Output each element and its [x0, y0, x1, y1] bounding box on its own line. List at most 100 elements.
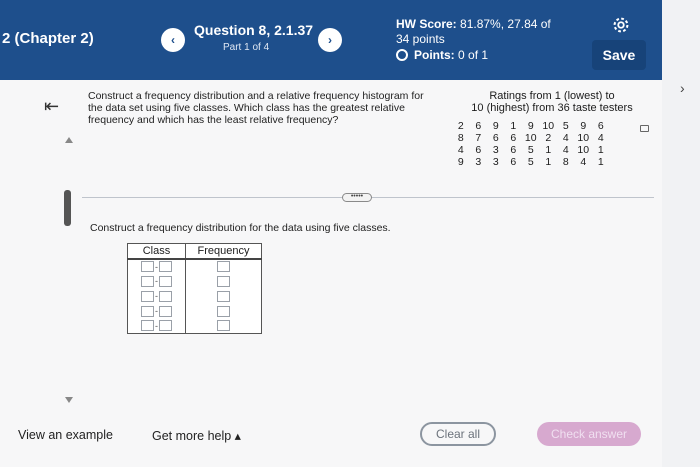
scroll-down-icon[interactable] [65, 397, 73, 403]
table-row: - [127, 273, 262, 289]
rating-value: 6 [475, 120, 482, 132]
rating-value: 6 [475, 144, 482, 156]
class-lower-limit-input[interactable] [141, 275, 154, 287]
question-title: Question 8, 2.1.37 [194, 22, 314, 38]
rating-value: 5 [527, 144, 534, 156]
frequency-input[interactable] [217, 320, 230, 332]
points-value: 0 of 1 [458, 48, 489, 62]
table-row: - [127, 258, 262, 274]
class-upper-limit-input[interactable] [159, 290, 172, 302]
points-circle-icon [396, 49, 408, 61]
rating-value: 4 [597, 132, 604, 144]
ratings-row: 4 6 3 6 5 1 4 10 1 [452, 144, 610, 156]
rating-value: 10 [577, 132, 590, 144]
range-dash: - [155, 291, 158, 301]
range-dash: - [155, 261, 158, 272]
rating-value: 9 [527, 120, 534, 132]
scroll-up-icon[interactable] [65, 137, 73, 143]
frequency-wrapper [186, 275, 261, 287]
frequency-table: Class Frequency - - - - - [127, 243, 262, 334]
frequency-input[interactable] [217, 261, 230, 272]
scrollbar-handle[interactable] [64, 190, 71, 226]
rating-value: 6 [510, 156, 517, 168]
class-lower-limit-input[interactable] [141, 320, 154, 332]
rating-value: 9 [457, 156, 464, 168]
range-dash: - [155, 276, 158, 286]
table-row: - [127, 288, 262, 304]
class-upper-limit-input[interactable] [159, 305, 172, 317]
rating-value: 4 [562, 132, 569, 144]
ratings-row: 8 7 6 6 10 2 4 10 4 [452, 132, 610, 144]
rating-value: 5 [562, 120, 569, 132]
class-range: - [128, 261, 185, 272]
class-lower-limit-input[interactable] [141, 261, 154, 272]
class-lower-limit-input[interactable] [141, 290, 154, 302]
question-text: Construct a frequency distribution and a… [88, 90, 424, 126]
rating-value: 10 [524, 132, 537, 144]
hw-score-value: 81.87%, 27.84 of [460, 17, 551, 31]
rating-value: 7 [475, 132, 482, 144]
view-example-link[interactable]: View an example [18, 428, 113, 442]
frequency-cell [185, 258, 262, 274]
ratings-title: Ratings from 1 (lowest) to 10 (highest) … [452, 90, 652, 114]
collapse-left-icon[interactable]: ⇤ [44, 96, 59, 117]
frequency-wrapper [186, 261, 261, 272]
frequency-input[interactable] [217, 290, 230, 302]
chapter-title: 2 (Chapter 2) [2, 30, 94, 47]
rating-value: 1 [545, 156, 552, 168]
ratings-row: 933651841 [452, 156, 610, 168]
class-upper-limit-input[interactable] [159, 261, 172, 272]
question-points: Points: 0 of 1 [396, 48, 488, 62]
rating-value: 6 [510, 144, 517, 156]
check-answer-button[interactable]: Check answer [537, 422, 641, 446]
save-button[interactable]: Save [592, 40, 646, 70]
frequency-cell [185, 303, 262, 319]
rating-value: 4 [562, 144, 569, 156]
range-dash: - [155, 320, 158, 331]
rating-value: 6 [510, 132, 517, 144]
frequency-wrapper [186, 305, 261, 317]
clear-all-button[interactable]: Clear all [420, 422, 496, 446]
rating-value: 4 [457, 144, 464, 156]
class-upper-limit-input[interactable] [159, 275, 172, 287]
rating-value: 3 [492, 156, 499, 168]
instruction-text: Construct a frequency distribution for t… [90, 222, 391, 234]
frequency-column-header: Frequency [185, 243, 262, 260]
hw-score-points: 34 points [396, 32, 445, 46]
class-lower-limit-input[interactable] [141, 305, 154, 317]
frequency-wrapper [186, 290, 261, 302]
frequency-input[interactable] [217, 305, 230, 317]
ratings-title-line2: 10 (highest) from 36 taste testers [471, 102, 633, 114]
rating-value: 3 [492, 144, 499, 156]
class-upper-limit-input[interactable] [159, 320, 172, 332]
table-row: - [127, 318, 262, 334]
frequency-cell [185, 273, 262, 289]
expand-more-button[interactable]: ••••• [342, 193, 372, 202]
class-cell: - [127, 303, 186, 319]
class-column-header: Class [127, 243, 186, 260]
hw-score: HW Score: 81.87%, 27.84 of 34 points [396, 17, 551, 47]
ratings-row: 2 6 9 1 9 10 5 9 6 [452, 120, 610, 132]
copy-data-icon[interactable] [640, 125, 649, 132]
class-range: - [128, 305, 185, 317]
table-row: - [127, 303, 262, 319]
gear-icon[interactable] [610, 14, 632, 36]
get-more-help-link[interactable]: Get more help ▴ [152, 428, 241, 443]
previous-question-button[interactable]: ‹ [161, 28, 185, 52]
chevron-right-icon[interactable]: › [680, 80, 685, 96]
question-part: Part 1 of 4 [223, 42, 270, 53]
hw-score-label: HW Score: [396, 17, 457, 31]
rating-value: 1 [597, 144, 604, 156]
rating-value: 2 [545, 132, 552, 144]
points-label: Points: [414, 48, 455, 62]
ratings-data-table: 2 6 9 1 9 10 5 9 6 8 7 6 6 10 2 4 10 4 4 6 3 6 5 1 4 10 1 9 3 3 6 5 1 8 4 1 [452, 120, 610, 168]
frequency-input[interactable] [217, 275, 230, 287]
next-question-button[interactable]: › [318, 28, 342, 52]
rating-value: 1 [545, 144, 552, 156]
rating-value: 10 [577, 144, 590, 156]
class-range: - [128, 320, 185, 332]
rating-value: 6 [597, 120, 604, 132]
class-range: - [128, 290, 185, 302]
chevron-left-icon: ‹ [171, 33, 175, 47]
frequency-cell [185, 288, 262, 304]
